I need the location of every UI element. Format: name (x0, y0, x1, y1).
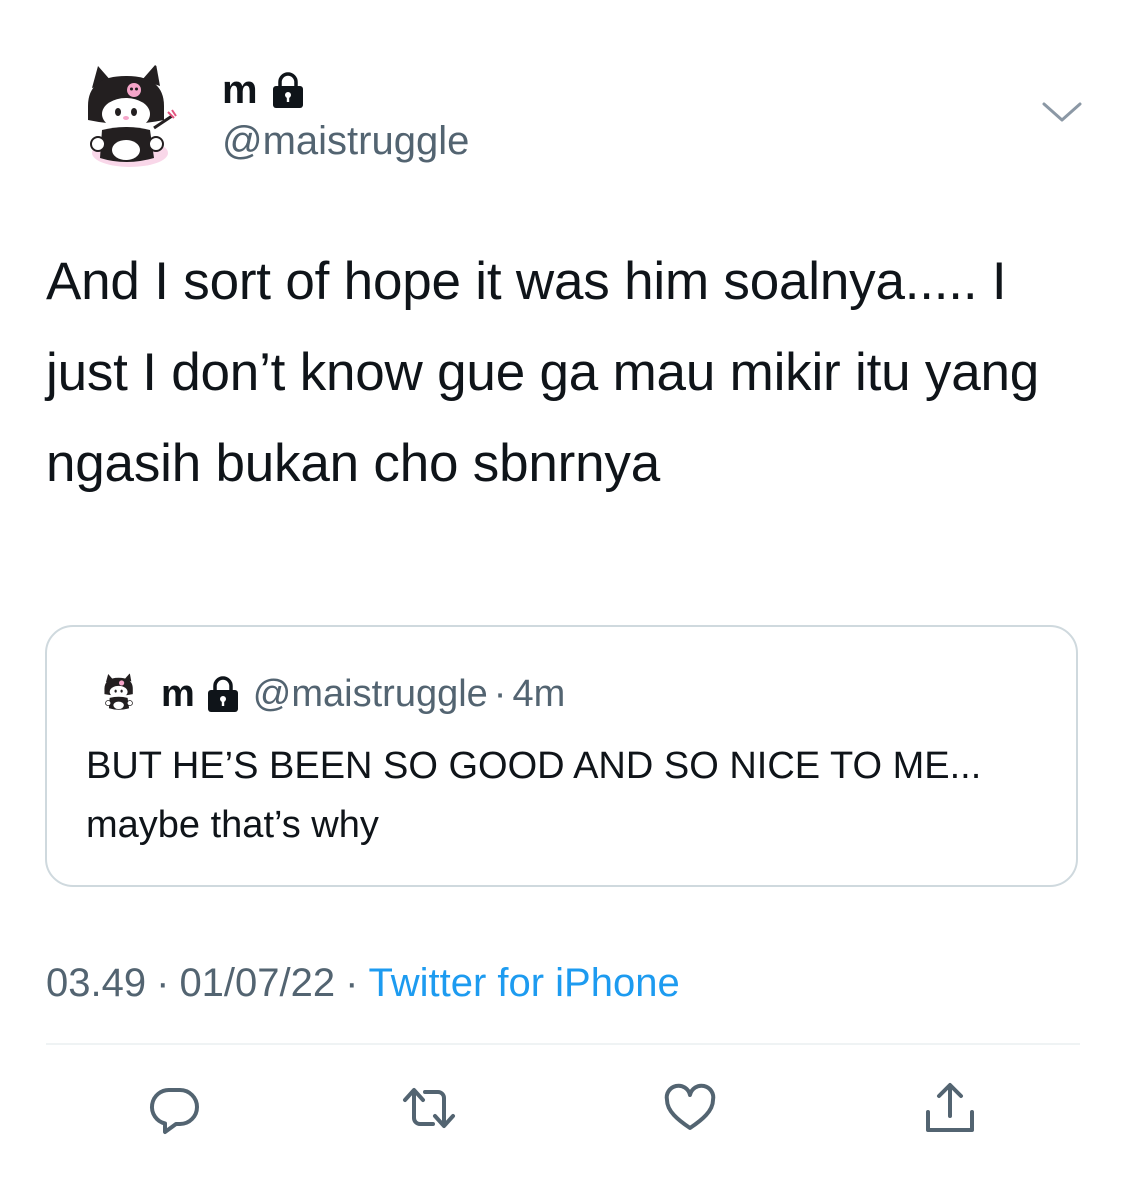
retweet-button[interactable] (397, 1076, 461, 1140)
author-name-row[interactable]: m (222, 66, 306, 114)
quoted-author-avatar (97, 671, 141, 715)
reply-icon (149, 1087, 199, 1134)
author-display-name[interactable]: m (222, 66, 258, 114)
lock-icon (272, 72, 303, 108)
divider (46, 1043, 1080, 1045)
lock-icon (207, 676, 238, 712)
author-avatar[interactable] (68, 58, 186, 176)
quoted-tweet-text: BUT HE’S BEEN SO GOOD AND SO NICE TO ME.… (86, 745, 982, 846)
author-handle[interactable]: @maistruggle (222, 116, 469, 166)
like-button[interactable] (658, 1076, 722, 1140)
retweet-icon (403, 1088, 455, 1128)
tweet-time: 03.49 (46, 961, 147, 1005)
separator-dot: · (493, 673, 507, 715)
tweet-meta: 03.49 · 01/07/22 · Twitter for iPhone (46, 956, 680, 1010)
tweet-text: And I sort of hope it was him soalnya...… (46, 252, 1054, 493)
heart-icon (664, 1083, 716, 1130)
chevron-down-icon[interactable] (1040, 96, 1084, 128)
share-icon (926, 1083, 974, 1132)
quoted-author-handle: @maistruggle (252, 673, 488, 715)
share-button[interactable] (918, 1076, 982, 1140)
quoted-tweet-card[interactable]: m @maistruggle · 4m BUT HE’S BEEN SO GOO… (45, 625, 1078, 887)
separator-dot: · (345, 961, 359, 1005)
separator-dot: · (156, 961, 170, 1005)
quoted-tweet-time: 4m (512, 673, 566, 715)
kuromi-avatar-icon (88, 64, 177, 167)
tweet-source-link[interactable]: Twitter for iPhone (368, 961, 679, 1005)
quoted-author-display-name: m (161, 673, 195, 715)
kuromi-avatar-icon (104, 673, 133, 710)
tweet-date: 01/07/22 (179, 961, 336, 1005)
reply-button[interactable] (143, 1076, 207, 1140)
quoted-tweet-header: m @maistruggle · 4m (161, 671, 565, 717)
